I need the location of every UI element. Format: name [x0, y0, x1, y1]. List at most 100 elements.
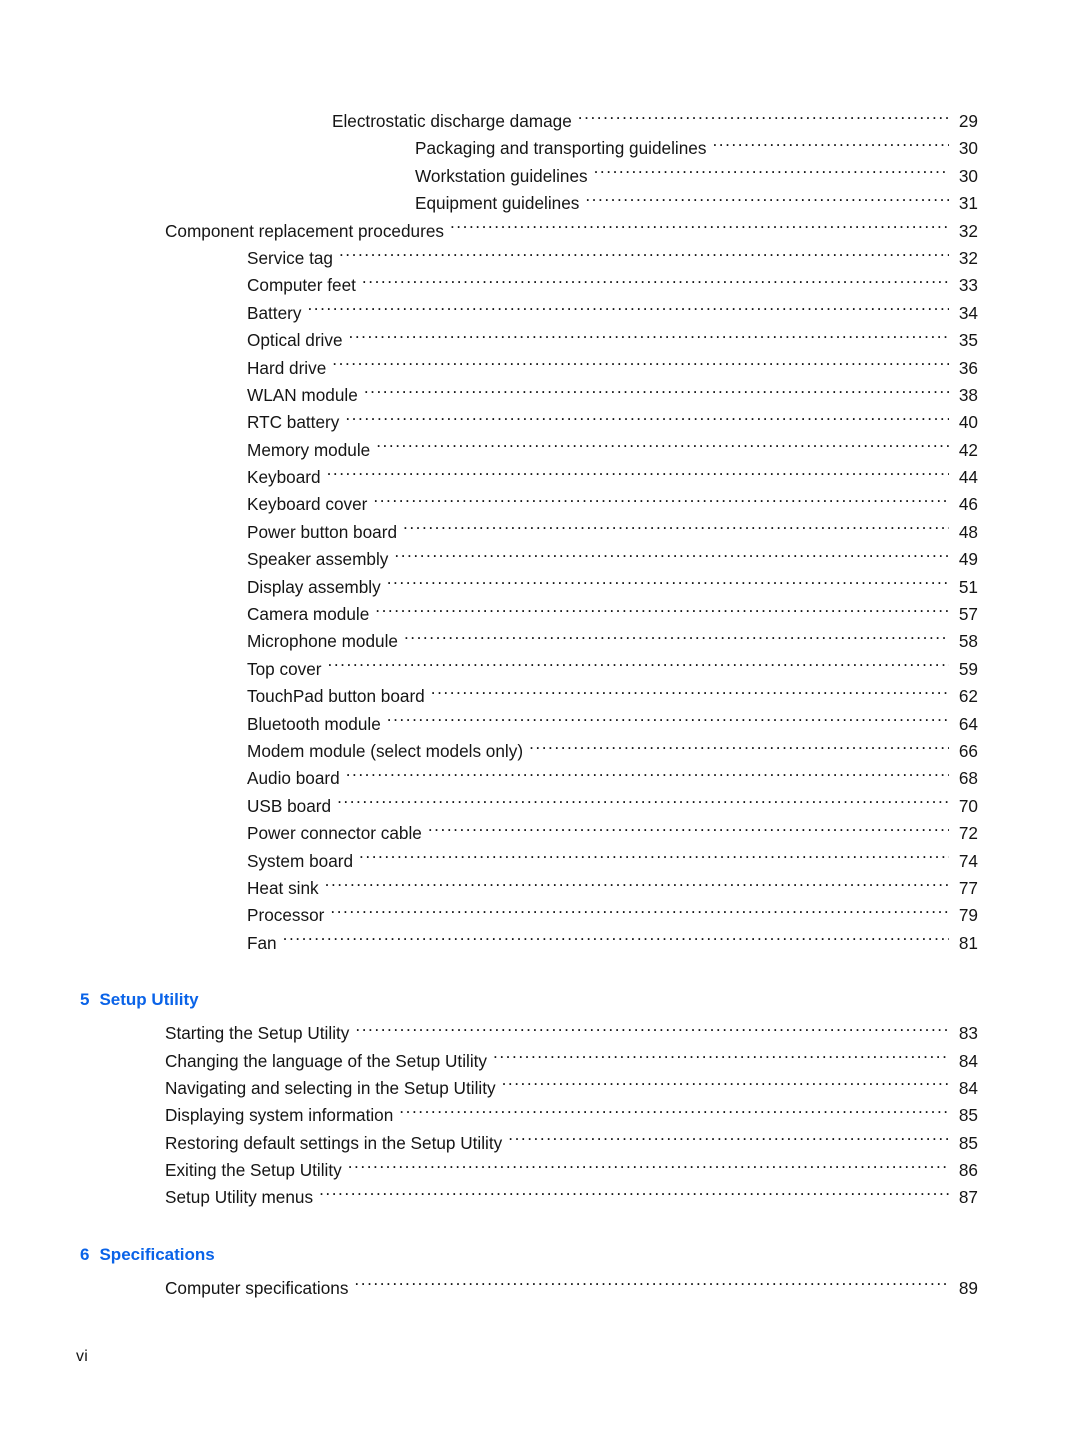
toc-entry[interactable]: Bluetooth module 64 — [0, 711, 1080, 738]
toc-entry-page-number: 85 — [958, 1132, 978, 1153]
toc-entry[interactable]: TouchPad button board 62 — [0, 683, 1080, 710]
toc-entry[interactable]: Power connector cable 72 — [0, 820, 1080, 847]
toc-entry[interactable]: Camera module 57 — [0, 601, 1080, 628]
toc-entry[interactable]: Fan 81 — [0, 930, 1080, 957]
toc-entry[interactable]: Component replacement procedures 32 — [0, 218, 1080, 245]
toc-entry[interactable]: Microphone module 58 — [0, 628, 1080, 655]
toc-entry-page-number: 64 — [958, 713, 978, 734]
toc-entry[interactable]: Packaging and transporting guidelines 30 — [0, 135, 1080, 162]
toc-entry[interactable]: USB board 70 — [0, 793, 1080, 820]
toc-entry[interactable]: Displaying system information 85 — [0, 1102, 1080, 1129]
toc-entry-page-number: 62 — [958, 686, 978, 707]
toc-entry-label: Memory module — [247, 439, 371, 460]
toc-entry[interactable]: Navigating and selecting in the Setup Ut… — [0, 1075, 1080, 1102]
toc-entry-page-number: 86 — [958, 1160, 978, 1181]
toc-entry-page-number: 40 — [958, 412, 978, 433]
toc-entry-page-number: 48 — [958, 521, 978, 542]
toc-dot-leader — [346, 767, 949, 784]
toc-dot-leader — [585, 192, 949, 209]
toc-entry[interactable]: Workstation guidelines 30 — [0, 163, 1080, 190]
toc-entry-label: Optical drive — [247, 330, 343, 351]
toc-dot-leader — [387, 575, 949, 592]
toc-entry-label: TouchPad button board — [247, 686, 425, 707]
toc-entry-label: Starting the Setup Utility — [165, 1023, 350, 1044]
toc-entry[interactable]: Optical drive 35 — [0, 327, 1080, 354]
toc-entry-label: Displaying system information — [165, 1105, 394, 1126]
toc-entry[interactable]: Keyboard cover 46 — [0, 491, 1080, 518]
toc-entry[interactable]: Changing the language of the Setup Utili… — [0, 1048, 1080, 1075]
toc-entry-page-number: 30 — [958, 138, 978, 159]
toc-entry-label: Speaker assembly — [247, 549, 389, 570]
toc-entry[interactable]: Audio board 68 — [0, 765, 1080, 792]
toc-dot-leader — [394, 548, 949, 565]
toc-entry[interactable]: Service tag 32 — [0, 245, 1080, 272]
toc-entry-page-number: 34 — [958, 302, 978, 323]
toc-entry-page-number: 58 — [958, 631, 978, 652]
toc-dot-leader — [362, 274, 949, 291]
toc-entry[interactable]: Computer feet 33 — [0, 272, 1080, 299]
toc-entry[interactable]: Speaker assembly 49 — [0, 546, 1080, 573]
toc-entry-label: Workstation guidelines — [415, 165, 588, 186]
toc-dot-leader — [337, 795, 949, 812]
toc-entry-label: Changing the language of the Setup Utili… — [165, 1050, 488, 1071]
toc-entry-label: Display assembly — [247, 576, 381, 597]
toc-entry-label: Hard drive — [247, 357, 327, 378]
toc-entry-page-number: 66 — [958, 740, 978, 761]
toc-entry[interactable]: Hard drive 36 — [0, 355, 1080, 382]
toc-entry[interactable]: Restoring default settings in the Setup … — [0, 1130, 1080, 1157]
toc-entry-page-number: 74 — [958, 850, 978, 871]
toc-entry-page-number: 31 — [958, 193, 978, 214]
toc-entry[interactable]: RTC battery 40 — [0, 409, 1080, 436]
toc-entry-page-number: 32 — [958, 247, 978, 268]
toc-dot-leader — [493, 1049, 949, 1066]
toc-entry-label: Fan — [247, 932, 277, 953]
toc-entry-page-number: 70 — [958, 795, 978, 816]
toc-entry[interactable]: Battery 34 — [0, 300, 1080, 327]
toc-entry-label: Component replacement procedures — [165, 220, 444, 241]
toc-dot-leader — [354, 1277, 949, 1294]
toc-entry-page-number: 49 — [958, 549, 978, 570]
toc-entry-label: Navigating and selecting in the Setup Ut… — [165, 1077, 496, 1098]
toc-entry[interactable]: Electrostatic discharge damage 29 — [0, 108, 1080, 135]
toc-body: Electrostatic discharge damage 29 Packagin… — [0, 0, 1080, 1302]
toc-entry[interactable]: Starting the Setup Utility 83 — [0, 1020, 1080, 1047]
toc-entry[interactable]: System board 74 — [0, 848, 1080, 875]
chapter-heading-setup-utility[interactable]: 5 Setup Utility — [0, 987, 1080, 1013]
toc-entry-label: Keyboard cover — [247, 494, 368, 515]
toc-dot-leader — [399, 1104, 949, 1121]
toc-entry-page-number: 72 — [958, 823, 978, 844]
toc-entry-page-number: 36 — [958, 357, 978, 378]
toc-entry[interactable]: WLAN module 38 — [0, 382, 1080, 409]
toc-page: Electrostatic discharge damage 29 Packagin… — [0, 0, 1080, 1437]
toc-entry[interactable]: Power button board 48 — [0, 519, 1080, 546]
toc-entry[interactable]: Exiting the Setup Utility 86 — [0, 1157, 1080, 1184]
toc-entry-label: Power button board — [247, 521, 398, 542]
toc-dot-leader — [375, 603, 949, 620]
toc-entry[interactable]: Processor 79 — [0, 902, 1080, 929]
chapter-title: Setup Utility — [99, 990, 199, 1010]
toc-entry[interactable]: Keyboard 44 — [0, 464, 1080, 491]
toc-entry-label: USB board — [247, 795, 332, 816]
toc-dot-leader — [328, 658, 949, 675]
toc-entry[interactable]: Equipment guidelines 31 — [0, 190, 1080, 217]
toc-dot-leader — [339, 247, 949, 264]
toc-entry[interactable]: Heat sink 77 — [0, 875, 1080, 902]
toc-entry[interactable]: Display assembly 51 — [0, 574, 1080, 601]
toc-entry[interactable]: Setup Utility menus 87 — [0, 1184, 1080, 1211]
toc-entry-label: Bluetooth module — [247, 713, 381, 734]
toc-entry-label: Electrostatic discharge damage — [332, 111, 572, 131]
toc-dot-leader — [345, 411, 949, 428]
chapter-heading-specifications[interactable]: 6 Specifications — [0, 1242, 1080, 1268]
toc-entry-label: Audio board — [247, 768, 340, 789]
page-folio: vi — [76, 1348, 88, 1365]
toc-entry-page-number: 29 — [958, 111, 978, 131]
toc-entry[interactable]: Memory module 42 — [0, 437, 1080, 464]
toc-entry[interactable]: Top cover 59 — [0, 656, 1080, 683]
toc-entry-label: Service tag — [247, 247, 333, 268]
toc-dot-leader — [450, 219, 949, 236]
toc-entry-page-number: 89 — [958, 1277, 978, 1298]
toc-entry[interactable]: Modem module (select models only) 66 — [0, 738, 1080, 765]
toc-dot-leader — [327, 466, 949, 483]
toc-entry-page-number: 59 — [958, 658, 978, 679]
toc-entry[interactable]: Computer specifications 89 — [0, 1275, 1080, 1302]
